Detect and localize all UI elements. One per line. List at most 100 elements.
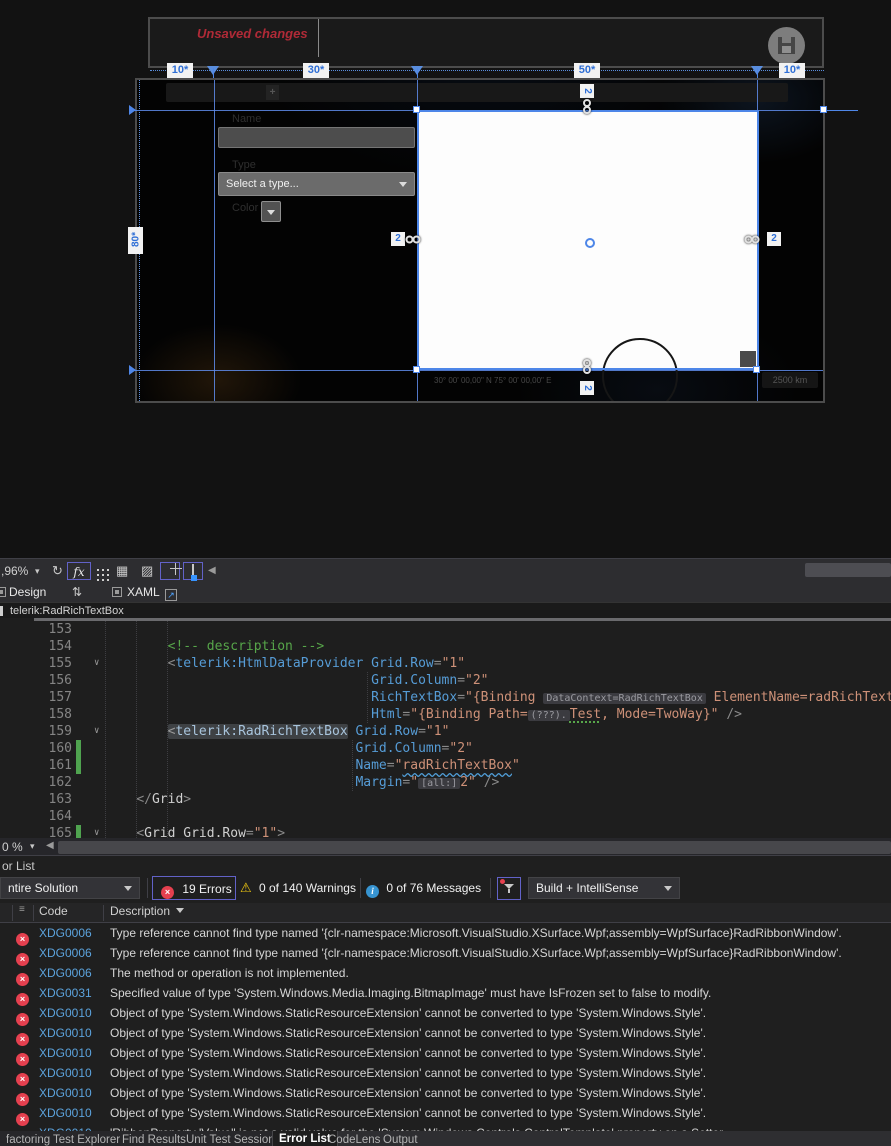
type-combobox[interactable]: Select a type...	[218, 172, 415, 196]
snap-to-gridlines-button[interactable]	[160, 562, 180, 580]
grid-row-marker[interactable]: 80*	[128, 227, 143, 254]
error-code[interactable]: XDG0010	[39, 1043, 92, 1063]
errors-filter-button[interactable]: × 19 Errors	[152, 876, 236, 900]
grid-intersection-handle[interactable]	[413, 366, 420, 373]
line-number: 164	[48, 809, 72, 824]
fold-chevron-icon[interactable]: ∨	[94, 825, 99, 838]
chevron-down-icon	[267, 210, 275, 215]
bottom-tab-output[interactable]: Output	[377, 1133, 424, 1146]
error-code[interactable]: XDG0010	[39, 1003, 92, 1023]
selection-border[interactable]	[417, 110, 759, 370]
bottom-tab-unit-test-sessions[interactable]: Unit Test Sessions	[180, 1133, 286, 1146]
editor-zoom-caret-icon[interactable]: ▾	[30, 841, 35, 852]
xaml-designer-surface[interactable]: Unsaved changes 10* 30* 50* 10* + Name T…	[0, 0, 891, 558]
grid-column-marker[interactable]: 10*	[779, 63, 805, 78]
error-row[interactable]: × XDG0031 Specified value of type 'System.…	[0, 983, 891, 1006]
warnings-filter-button[interactable]: ⚠ 0 of 140 Warnings	[240, 876, 356, 900]
grid-intersection-handle[interactable]	[820, 106, 827, 113]
fold-chevron-icon[interactable]: ∨	[94, 723, 99, 740]
margin-chain-icon[interactable]	[743, 234, 760, 246]
code-line[interactable]: 163 </Grid>	[0, 791, 891, 808]
error-row[interactable]: × XDG0010 Object of type 'System.Windows.S…	[0, 1063, 891, 1086]
bottom-tab-test-explorer[interactable]: Test Explorer	[47, 1133, 126, 1146]
code-line[interactable]: 164	[0, 808, 891, 825]
error-row[interactable]: × XDG0010 Object of type 'System.Windows.S…	[0, 1003, 891, 1026]
collapse-left-icon[interactable]: ◀	[208, 562, 216, 580]
grid-intersection-handle[interactable]	[413, 106, 420, 113]
tab-design[interactable]: Design	[9, 584, 46, 600]
error-row[interactable]: × XDG0006 The method or operation is not i…	[0, 963, 891, 986]
error-description: 'RibbonProperty 'Value'' is not a valid …	[110, 1123, 726, 1131]
scope-dropdown[interactable]: ntire Solution	[0, 877, 140, 899]
code-line[interactable]: 157 RichTextBox="{Binding DataContext=Ra…	[0, 689, 891, 706]
code-line[interactable]: 158 Html="{Binding Path= (???). Test, Mode…	[0, 706, 891, 723]
grid-line-stub	[213, 68, 214, 78]
filter-button[interactable]	[497, 877, 521, 900]
name-input[interactable]	[218, 127, 415, 148]
swap-panes-icon[interactable]: ⇅	[72, 584, 82, 600]
error-row[interactable]: × XDG0006 Type reference cannot find type …	[0, 943, 891, 966]
margin-chain-icon[interactable]	[404, 234, 421, 246]
grid-column-marker[interactable]: 30*	[303, 63, 329, 78]
code-line[interactable]: 153	[0, 621, 891, 638]
error-row[interactable]: ×XDG0010'RibbonProperty 'Value'' is not …	[0, 1123, 891, 1131]
grid-column-marker[interactable]: 50*	[574, 63, 600, 78]
column-header-code[interactable]: Code	[39, 904, 68, 918]
severity-column-icon[interactable]: ≡	[19, 904, 25, 915]
color-dropdown[interactable]	[261, 201, 281, 222]
show-grid-icon[interactable]	[97, 562, 111, 580]
grid-intersection-handle[interactable]	[753, 366, 760, 373]
snapping-icon[interactable]: ▨	[141, 562, 153, 580]
code-line[interactable]: 165 ∨ <Grid Grid.Row="1">	[0, 825, 891, 838]
code-line[interactable]: 154 <!-- description -->	[0, 638, 891, 655]
editor-zoom-value[interactable]: 0 %	[2, 840, 23, 854]
zoom-dropdown-caret-icon[interactable]: ▾	[35, 562, 40, 580]
error-code[interactable]: XDG0010	[39, 1103, 92, 1123]
toolbar-separator	[490, 878, 491, 898]
editor-hscrollbar-thumb[interactable]	[58, 841, 891, 854]
fold-chevron-icon[interactable]: ∨	[94, 655, 99, 672]
column-ruler	[150, 70, 824, 71]
add-document-icon[interactable]: +	[266, 85, 279, 100]
error-code[interactable]: XDG0010	[39, 1063, 92, 1083]
designer-hscrollbar-thumb[interactable]	[805, 563, 891, 577]
grid-column-marker[interactable]: 10*	[167, 63, 193, 78]
refresh-icon[interactable]: ↻	[52, 562, 63, 580]
error-row[interactable]: × XDG0010 Object of type 'System.Windows.S…	[0, 1083, 891, 1106]
error-code[interactable]: XDG0010	[39, 1123, 92, 1131]
code-line[interactable]: 160 Grid.Column="2"	[0, 740, 891, 757]
column-header-description[interactable]: Description	[110, 904, 185, 918]
build-filter-dropdown[interactable]: Build + IntelliSense	[528, 877, 680, 899]
margin-chain-icon[interactable]	[581, 99, 593, 116]
code-line[interactable]: 159 ∨ <telerik:RadRichTextBox Grid.Row="1…	[0, 723, 891, 740]
error-code[interactable]: XDG0006	[39, 923, 92, 943]
messages-filter-button[interactable]: i 0 of 76 Messages	[366, 876, 481, 900]
error-list-toolbar: ntire Solution × 19 Errors ⚠ 0 of 140 Wa…	[0, 875, 891, 903]
xaml-code-editor[interactable]: 153 154 <!-- description --> 155 ∨ <telerik…	[0, 621, 891, 838]
show-annotations-icon[interactable]: ▦	[116, 562, 128, 580]
popout-pane-icon[interactable]: ↗	[165, 584, 177, 601]
snap-to-snaplines-button[interactable]	[183, 562, 203, 580]
scroll-left-icon[interactable]: ◀	[46, 840, 54, 851]
error-row[interactable]: × XDG0006 Type reference cannot find type …	[0, 923, 891, 946]
change-bar	[76, 740, 81, 757]
effects-toggle-button[interactable]: fx	[67, 562, 91, 580]
map-coordinates: 30° 00' 00,00" N 75° 00' 00,00" E	[434, 376, 552, 385]
filter-active-dot	[500, 879, 505, 884]
error-code[interactable]: XDG0010	[39, 1023, 92, 1043]
tab-xaml[interactable]: XAML	[127, 584, 160, 600]
designer-zoom-value[interactable]: ,96%	[1, 562, 28, 580]
error-code[interactable]: XDG0006	[39, 963, 92, 983]
error-row[interactable]: × XDG0010 Object of type 'System.Windows.S…	[0, 1023, 891, 1046]
code-line[interactable]: 161 Name="radRichTextBox"	[0, 757, 891, 774]
error-code[interactable]: XDG0031	[39, 983, 92, 1003]
code-line[interactable]: 156 Grid.Column="2"	[0, 672, 891, 689]
error-code[interactable]: XDG0010	[39, 1083, 92, 1103]
margin-chain-icon[interactable]	[581, 359, 593, 376]
error-row[interactable]: × XDG0010 Object of type 'System.Windows.S…	[0, 1043, 891, 1066]
code-line[interactable]: 155 ∨ <telerik:HtmlDataProvider Grid.Row=…	[0, 655, 891, 672]
error-row[interactable]: × XDG0010 Object of type 'System.Windows.S…	[0, 1103, 891, 1126]
code-line[interactable]: 162 Margin=" [all:] 2" />	[0, 774, 891, 791]
error-code[interactable]: XDG0006	[39, 943, 92, 963]
breadcrumb[interactable]: telerik:RadRichTextBox	[10, 605, 124, 617]
